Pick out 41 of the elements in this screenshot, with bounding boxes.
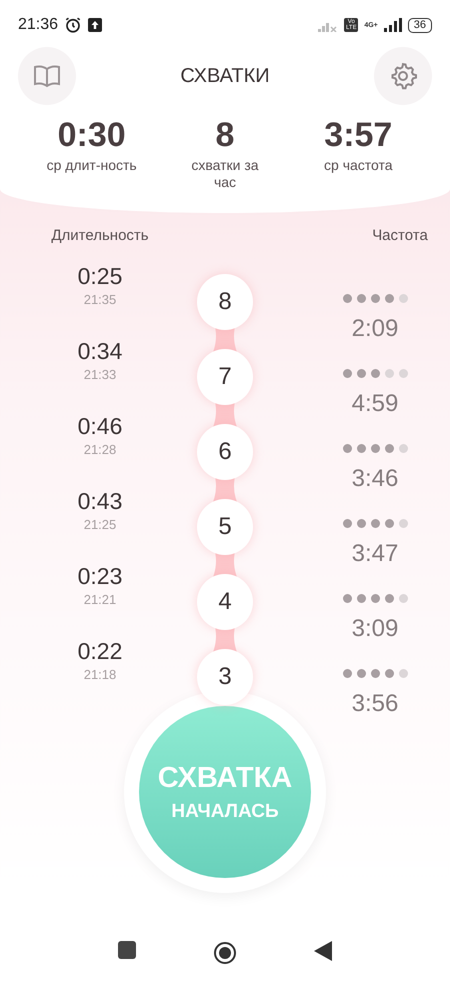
screen-title: СХВАТКИ (180, 64, 270, 88)
column-heading: Длительность (51, 227, 149, 246)
start-time: 21:21 (84, 592, 116, 607)
stat-value: 3:57 (324, 116, 392, 155)
frequency-value: 3:56 (352, 690, 398, 718)
duration-value: 0:34 (78, 338, 122, 365)
frequency-value: 4:59 (352, 390, 398, 418)
start-time: 21:33 (84, 367, 116, 382)
book-icon (33, 64, 61, 88)
duration-value: 0:22 (78, 638, 122, 665)
contraction-number: 3 (197, 649, 253, 705)
contraction-number: 7 (197, 349, 253, 405)
stat-value: 8 (216, 116, 234, 155)
stat-label: ср частота (323, 157, 394, 174)
duration-value: 0:25 (78, 263, 122, 290)
stat-label: схватки за час (190, 157, 260, 191)
duration-value: 0:46 (78, 413, 122, 440)
start-time: 21:35 (84, 292, 116, 307)
stat-label: ср длит-ность (46, 157, 138, 174)
frequency-value: 2:09 (352, 315, 398, 343)
duration-value: 0:23 (78, 563, 122, 590)
contraction-number: 5 (197, 499, 253, 555)
duration-value: 0:43 (78, 488, 122, 515)
battery-level: 36 (408, 18, 432, 32)
start-time: 21:18 (84, 667, 116, 682)
contraction-number: 8 (197, 274, 253, 330)
frequency-value: 3:09 (352, 615, 398, 643)
start-time: 21:28 (84, 442, 116, 457)
upload-icon (88, 18, 102, 32)
start-time: 21:25 (84, 517, 116, 532)
column-heading: Частота (372, 227, 428, 246)
signal-icon (384, 18, 402, 32)
status-time: 21:36 (18, 16, 58, 34)
frequency-value: 3:46 (352, 465, 398, 493)
frequency-value: 3:47 (352, 540, 398, 568)
home-button[interactable] (212, 941, 237, 965)
alarm-clock-icon (64, 16, 82, 34)
contraction-number: 6 (197, 424, 253, 480)
stat-value: 0:30 (58, 116, 126, 155)
contraction-start-button[interactable]: СХВАТКА НАЧАЛАСЬ (139, 706, 311, 878)
contraction-number: 4 (197, 574, 253, 630)
